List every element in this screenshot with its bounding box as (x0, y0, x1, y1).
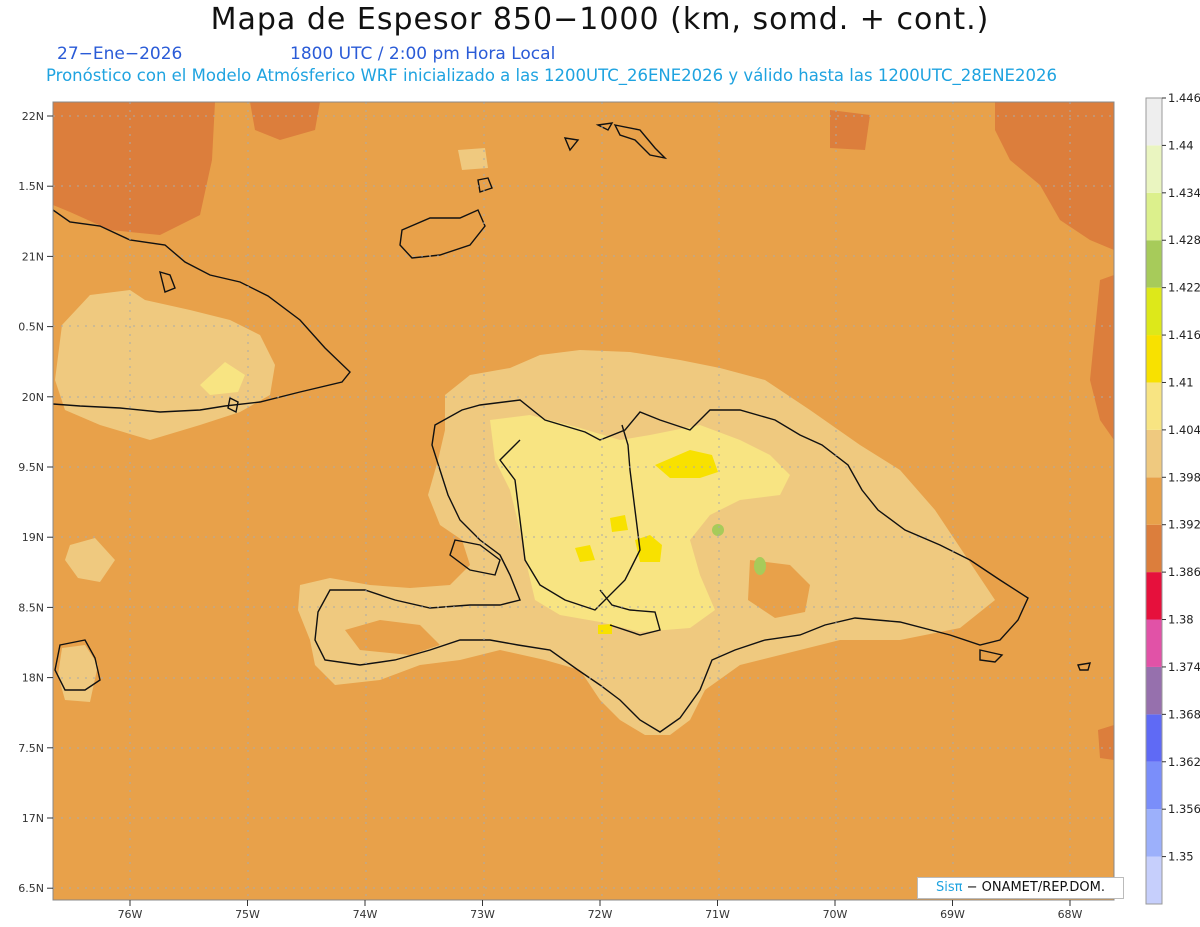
lat-label: 8.5N (18, 601, 44, 614)
colorbar-label: 1.41 (1168, 375, 1194, 389)
colorbar-label: 1.35 (1168, 850, 1194, 864)
colorbar-label: 1.416 (1168, 328, 1200, 342)
colorbar-label: 1.434 (1168, 186, 1200, 200)
lat-label: 6.5N (18, 882, 44, 895)
lat-label: 18N (22, 672, 44, 685)
lat-label: 22N (22, 110, 44, 123)
lon-label: 74W (353, 908, 378, 921)
longitude-axis: 76W 75W 74W 73W 72W 71W 70W 69W 68W (118, 900, 1083, 921)
colorbar-swatch (1146, 287, 1162, 336)
lat-label: 19N (22, 531, 44, 544)
lat-label: 9.5N (18, 461, 44, 474)
lon-label: 71W (705, 908, 730, 921)
lat-label: 17N (22, 812, 44, 825)
lon-label: 75W (235, 908, 260, 921)
colorbar-label: 1.368 (1168, 707, 1200, 721)
colorbar-swatch (1146, 524, 1162, 573)
lon-label: 76W (118, 908, 143, 921)
colorbar-swatch (1146, 761, 1162, 810)
lon-label: 70W (823, 908, 848, 921)
lon-label: 72W (588, 908, 613, 921)
credit-box: Sisπ − ONAMET/REP.DOM. (917, 877, 1124, 899)
colorbar-label: 1.404 (1168, 423, 1200, 437)
colorbar-swatch (1146, 856, 1162, 904)
colorbar-swatch (1146, 98, 1162, 146)
colorbar-swatch (1146, 240, 1162, 288)
colorbar-label: 1.38 (1168, 613, 1194, 627)
colorbar-swatch (1146, 809, 1162, 857)
colorbar-swatch (1146, 192, 1162, 241)
colorbar-swatch (1146, 335, 1162, 383)
lon-label: 73W (470, 908, 495, 921)
colorbar-label: 1.44 (1168, 138, 1194, 152)
colorbar-swatch (1146, 714, 1162, 762)
credit-brand: Sisπ (935, 880, 963, 895)
colorbar: 1.35 1.356 1.362 1.368 1.374 1.38 1.386 1.392 1.… (1145, 91, 1200, 905)
colorbar-label: 1.446 (1168, 91, 1200, 105)
colorbar-label: 1.422 (1168, 281, 1200, 295)
colorbar-label: 1.374 (1168, 660, 1200, 674)
colorbar-swatch (1146, 572, 1162, 620)
colorbar-label: 1.386 (1168, 565, 1200, 579)
latitude-axis: 22N 1.5N 21N 0.5N 20N 9.5N 19N 8.5N 18N 7.5N 17N 6.… (18, 110, 53, 895)
lat-label: 20N (22, 391, 44, 404)
colorbar-label: 1.392 (1168, 518, 1200, 532)
thickness-map: 22N 1.5N 21N 0.5N 20N 9.5N 19N 8.5N 18N 7.5N 17N 6.… (18, 91, 1200, 921)
colorbar-swatch (1146, 382, 1162, 430)
colorbar-swatch (1146, 619, 1162, 667)
lon-label: 69W (940, 908, 965, 921)
lon-label: 68W (1058, 908, 1083, 921)
colorbar-label: 1.428 (1168, 233, 1200, 247)
colorbar-swatch (1146, 429, 1162, 478)
colorbar-label: 1.362 (1168, 755, 1200, 769)
credit-text: − ONAMET/REP.DOM. (962, 880, 1105, 895)
lat-label: 21N (22, 250, 44, 263)
lat-label: 0.5N (18, 321, 44, 334)
colorbar-swatch (1146, 477, 1162, 525)
colorbar-swatch (1146, 145, 1162, 193)
colorbar-swatch (1146, 666, 1162, 715)
colorbar-label: 1.356 (1168, 802, 1200, 816)
lat-label: 1.5N (18, 180, 44, 193)
lat-label: 7.5N (18, 742, 44, 755)
colorbar-label: 1.398 (1168, 470, 1200, 484)
